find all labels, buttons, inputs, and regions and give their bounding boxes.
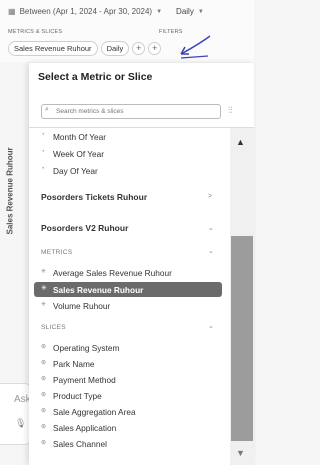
- scroll-thumb[interactable]: [231, 236, 253, 441]
- list-item[interactable]: ✳ Volume Ruhour: [29, 299, 228, 313]
- list-item[interactable]: ◔ Week Of Year: [29, 147, 228, 161]
- scroll-down-icon[interactable]: ▼: [236, 448, 245, 458]
- date-filter-row: ▦ Between (Apr 1, 2024 - Apr 30, 2024) ▼…: [8, 7, 204, 16]
- list-item[interactable]: ◔ Month Of Year: [29, 130, 228, 144]
- group-posorders-tickets[interactable]: Posorders Tickets Ruhour: [41, 192, 147, 202]
- calendar-icon: ▦: [8, 7, 16, 16]
- panel-title: Select a Metric or Slice: [38, 71, 153, 83]
- search-field[interactable]: ⌕: [41, 104, 221, 119]
- list-item[interactable]: ⊛ Payment Method: [29, 373, 228, 387]
- clock-icon: ◔: [41, 149, 45, 155]
- slice-icon: ⊛: [41, 392, 47, 398]
- slice-icon: ⊛: [41, 440, 47, 446]
- group-posorders-v2[interactable]: Posorders V2 Ruhour: [41, 223, 128, 233]
- list-item[interactable]: ⊛ Sales Application: [29, 421, 228, 435]
- filter-settings-icon[interactable]: ⫶⫶: [228, 105, 233, 116]
- slices-section-header: SLICES: [41, 324, 66, 331]
- chevron-right-icon[interactable]: >: [208, 193, 212, 200]
- y-axis-label: Sales Revenue Ruhour: [5, 147, 15, 235]
- metrics-slices-label: METRICS & SLICES: [8, 29, 63, 35]
- granularity-chip[interactable]: Daily: [100, 41, 130, 56]
- chevron-down-icon[interactable]: ▼: [156, 9, 162, 15]
- slice-icon: ⊛: [41, 424, 47, 430]
- slice-icon: ⊛: [41, 360, 47, 366]
- annotation-arrow-icon: [180, 35, 211, 59]
- microphone-icon[interactable]: 🎙: [15, 418, 26, 429]
- chevron-down-icon[interactable]: ⌄: [208, 224, 214, 232]
- list-item[interactable]: ⊛ Sale Aggregation Area: [29, 405, 228, 419]
- scroll-up-icon[interactable]: ▲: [236, 137, 245, 147]
- slice-icon: ⊛: [41, 344, 47, 350]
- clock-icon: ◔: [41, 166, 45, 172]
- ask-input[interactable]: [0, 383, 31, 445]
- list-item[interactable]: ⊛ Park Name: [29, 357, 228, 371]
- metrics-section-header: METRICS: [41, 249, 73, 256]
- metric-chip[interactable]: Sales Revenue Ruhour: [8, 41, 98, 56]
- search-input[interactable]: [56, 106, 216, 116]
- list-item[interactable]: ⊛ Sales Channel: [29, 437, 228, 451]
- clock-icon: ◔: [41, 132, 45, 138]
- chip-row: Sales Revenue Ruhour Daily + +: [8, 41, 162, 56]
- list-item[interactable]: ✳ Average Sales Revenue Ruhour: [29, 266, 228, 280]
- metric-icon: ✳: [41, 269, 47, 275]
- metric-slice-picker: Select a Metric or Slice ⌕ ⫶⫶ ◔ Month Of…: [29, 63, 254, 465]
- query-bar: ▦ Between (Apr 1, 2024 - Apr 30, 2024) ▼…: [0, 0, 254, 62]
- scrollbar[interactable]: ▲ ▼: [230, 128, 254, 465]
- date-range-selector[interactable]: Between (Apr 1, 2024 - Apr 30, 2024): [20, 7, 153, 16]
- list-item[interactable]: ◔ Day Of Year: [29, 164, 228, 178]
- add-filter-button[interactable]: +: [148, 42, 162, 55]
- chevron-down-icon[interactable]: ▼: [198, 9, 204, 15]
- chevron-down-icon[interactable]: ⌄: [208, 247, 214, 255]
- slice-icon: ⊛: [41, 408, 47, 414]
- slice-icon: ⊛: [41, 376, 47, 382]
- metric-icon: ✳: [41, 302, 47, 308]
- list-item-selected[interactable]: ✳ Sales Revenue Ruhour: [34, 282, 222, 297]
- granularity-selector[interactable]: Daily: [176, 7, 194, 16]
- metric-icon: ✳: [41, 285, 47, 292]
- search-icon: ⌕: [45, 106, 49, 113]
- chevron-down-icon[interactable]: ⌄: [208, 322, 214, 330]
- add-metric-button[interactable]: +: [132, 42, 146, 55]
- list-item[interactable]: ⊛ Operating System: [29, 341, 228, 355]
- options-list: ◔ Month Of Year ◔ Week Of Year ◔ Day Of …: [29, 128, 228, 465]
- list-item[interactable]: ⊛ Product Type: [29, 389, 228, 403]
